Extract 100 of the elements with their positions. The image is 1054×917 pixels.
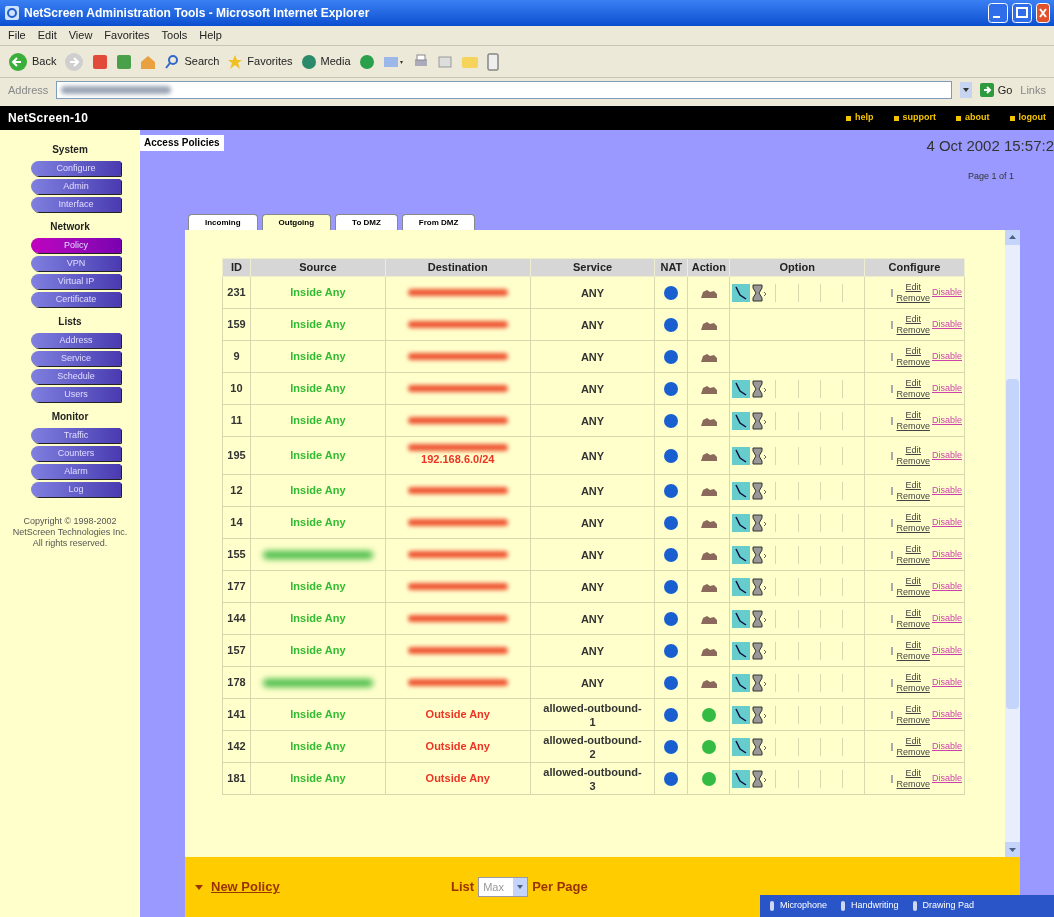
disable-link[interactable]: Disable: [932, 771, 962, 786]
edit-link[interactable]: Edit: [896, 735, 930, 747]
scrollbar[interactable]: [1005, 230, 1020, 857]
remove-link[interactable]: Remove: [896, 420, 930, 432]
nav-button[interactable]: Counters: [31, 446, 121, 461]
edit-link[interactable]: Edit: [896, 345, 930, 357]
disable-link[interactable]: Disable: [932, 349, 962, 364]
menu-item[interactable]: Favorites: [104, 27, 150, 44]
media-button[interactable]: Media: [300, 53, 351, 70]
maximize-icon[interactable]: [1012, 3, 1032, 23]
disable-link[interactable]: Disable: [932, 483, 962, 498]
disable-link[interactable]: Disable: [932, 611, 962, 626]
back-button[interactable]: Back: [8, 51, 57, 72]
remove-link[interactable]: Remove: [896, 490, 930, 502]
edit-link[interactable]: Edit: [896, 639, 930, 651]
nav-button[interactable]: VPN: [31, 256, 121, 271]
remove-link[interactable]: Remove: [896, 554, 930, 566]
edit-link[interactable]: Edit: [896, 377, 930, 389]
edit-link[interactable]: Edit: [896, 444, 930, 456]
disable-link[interactable]: Disable: [932, 547, 962, 562]
nav-button[interactable]: Users: [31, 387, 121, 402]
stop-icon[interactable]: [92, 53, 109, 70]
menu-item[interactable]: Tools: [161, 27, 188, 44]
nav-button[interactable]: Service: [31, 351, 121, 366]
header-link[interactable]: logout: [1009, 111, 1046, 125]
header-link[interactable]: about: [956, 111, 990, 125]
edit-link[interactable]: Edit: [896, 409, 930, 421]
nav-button[interactable]: Admin: [31, 179, 121, 194]
disable-link[interactable]: Disable: [932, 413, 962, 428]
remove-link[interactable]: Remove: [896, 455, 930, 467]
remove-link[interactable]: Remove: [896, 522, 930, 534]
tab[interactable]: From DMZ: [401, 214, 476, 230]
address-field[interactable]: [56, 81, 952, 99]
edit-link[interactable]: Edit: [896, 575, 930, 587]
nav-button[interactable]: Certificate: [31, 292, 121, 307]
scroll-thumb[interactable]: [1006, 378, 1019, 709]
edit-link[interactable]: Edit: [896, 511, 930, 523]
nav-button[interactable]: Configure: [31, 161, 121, 176]
header-link[interactable]: help: [846, 111, 874, 125]
disable-link[interactable]: Disable: [932, 579, 962, 594]
close-icon[interactable]: [1036, 3, 1050, 23]
refresh-icon[interactable]: [116, 53, 133, 70]
menu-item[interactable]: File: [8, 27, 26, 44]
disable-link[interactable]: Disable: [932, 675, 962, 690]
scroll-up-icon[interactable]: [1005, 230, 1020, 245]
language-bar-button[interactable]: Microphone: [768, 899, 828, 913]
edit-link[interactable]: Edit: [896, 543, 930, 555]
tab[interactable]: To DMZ: [335, 214, 398, 230]
go-button[interactable]: Go: [979, 81, 1013, 99]
favorites-button[interactable]: Favorites: [227, 53, 293, 70]
disable-link[interactable]: Disable: [932, 381, 962, 396]
remove-link[interactable]: Remove: [896, 324, 930, 336]
dropdown-icon[interactable]: [959, 82, 972, 98]
remove-link[interactable]: Remove: [896, 714, 930, 726]
tab[interactable]: Outgoing: [261, 214, 332, 230]
tab[interactable]: Incoming: [188, 214, 258, 230]
disable-link[interactable]: Disable: [932, 285, 962, 300]
minimize-icon[interactable]: [988, 3, 1008, 23]
disable-link[interactable]: Disable: [932, 317, 962, 332]
remove-link[interactable]: Remove: [896, 746, 930, 758]
nav-button[interactable]: Alarm: [31, 464, 121, 479]
language-bar-button[interactable]: Handwriting: [839, 899, 899, 913]
menu-item[interactable]: Edit: [37, 27, 57, 44]
edit-link[interactable]: Edit: [896, 703, 930, 715]
nav-button[interactable]: Address: [31, 333, 121, 348]
remove-link[interactable]: Remove: [896, 682, 930, 694]
disable-link[interactable]: Disable: [932, 707, 962, 722]
header-link[interactable]: support: [893, 111, 936, 125]
forward-icon[interactable]: [64, 51, 85, 72]
nav-button[interactable]: Interface: [31, 197, 121, 212]
disable-link[interactable]: Disable: [932, 448, 962, 463]
edit-link[interactable]: Edit: [896, 313, 930, 325]
remove-link[interactable]: Remove: [896, 650, 930, 662]
home-icon[interactable]: [140, 53, 157, 70]
remove-link[interactable]: Remove: [896, 778, 930, 790]
menu-item[interactable]: Help: [199, 27, 222, 44]
device-icon[interactable]: [486, 52, 499, 71]
search-button[interactable]: Search: [164, 53, 220, 70]
new-policy-link[interactable]: New Policy: [211, 877, 451, 897]
remove-link[interactable]: Remove: [896, 388, 930, 400]
nav-button[interactable]: Virtual IP: [31, 274, 121, 289]
remove-link[interactable]: Remove: [896, 586, 930, 598]
disable-link[interactable]: Disable: [932, 643, 962, 658]
nav-button[interactable]: Log: [31, 482, 121, 497]
edit-link[interactable]: Edit: [896, 671, 930, 683]
edit-link[interactable]: Edit: [896, 479, 930, 491]
menu-item[interactable]: View: [68, 27, 93, 44]
language-bar-button[interactable]: Drawing Pad: [910, 899, 975, 913]
scroll-down-icon[interactable]: [1005, 842, 1020, 857]
remove-link[interactable]: Remove: [896, 356, 930, 368]
edit-link[interactable]: Edit: [896, 767, 930, 779]
disable-link[interactable]: Disable: [932, 515, 962, 530]
edit-link[interactable]: Edit: [896, 607, 930, 619]
remove-link[interactable]: Remove: [896, 618, 930, 630]
nav-button[interactable]: Schedule: [31, 369, 121, 384]
remove-link[interactable]: Remove: [896, 292, 930, 304]
nav-button[interactable]: Traffic: [31, 428, 121, 443]
edit-link[interactable]: Edit: [896, 281, 930, 293]
nav-button[interactable]: Policy: [31, 238, 121, 253]
disable-link[interactable]: Disable: [932, 739, 962, 754]
